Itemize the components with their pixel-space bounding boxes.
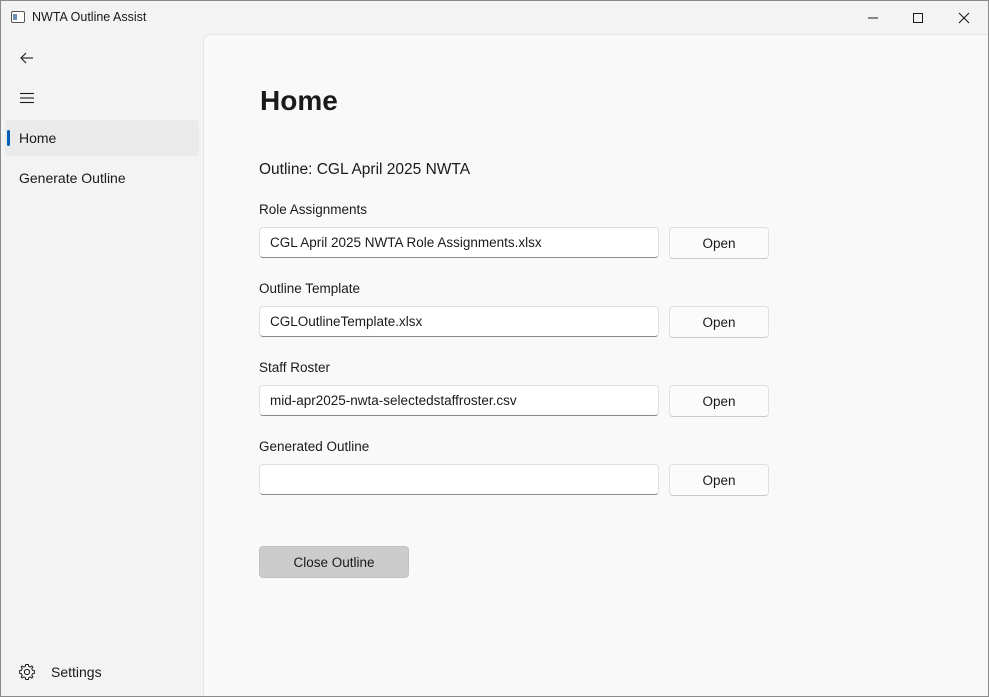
open-staff-roster-button[interactable]: Open <box>669 385 769 417</box>
close-window-button[interactable] <box>941 1 987 34</box>
app-window-icon <box>11 11 25 23</box>
nav-item-label: Generate Outline <box>19 170 126 186</box>
page-title: Home <box>260 85 338 116</box>
outline-template-input[interactable] <box>259 306 659 337</box>
arrow-left-icon <box>20 52 33 64</box>
nav-item-label: Home <box>19 130 57 146</box>
staff-roster-input[interactable] <box>259 385 659 416</box>
generated-outline-label: Generated Outline <box>259 439 370 454</box>
nav-item-home[interactable]: Home <box>5 120 199 156</box>
role-assignments-input[interactable] <box>259 227 659 258</box>
selection-indicator <box>7 130 10 146</box>
outline-template-label: Outline Template <box>259 281 361 296</box>
staff-roster-label: Staff Roster <box>259 360 331 375</box>
desktop-background: NWTA Outline Assist Home Generate Outlin… <box>0 0 989 697</box>
window-title: NWTA Outline Assist <box>32 10 147 24</box>
open-outline-template-button[interactable]: Open <box>669 306 769 338</box>
title-bar[interactable]: NWTA Outline Assist <box>1 1 988 34</box>
open-generated-outline-button[interactable]: Open <box>669 464 769 496</box>
open-role-assignments-button[interactable]: Open <box>669 227 769 259</box>
back-button[interactable] <box>13 44 41 72</box>
nav-item-generate-outline[interactable]: Generate Outline <box>5 160 199 196</box>
minimize-button[interactable] <box>850 1 896 34</box>
maximize-button[interactable] <box>895 1 941 34</box>
nav-item-label: Settings <box>51 664 102 680</box>
app-window: NWTA Outline Assist Home Generate Outlin… <box>0 0 989 697</box>
menu-toggle-button[interactable] <box>13 84 41 112</box>
close-icon <box>958 12 970 23</box>
content-pane: Home Outline: CGL April 2025 NWTA Role A… <box>203 34 988 696</box>
maximize-icon <box>913 12 923 23</box>
role-assignments-label: Role Assignments <box>259 202 368 217</box>
nav-item-settings[interactable]: Settings <box>5 654 199 690</box>
close-outline-button[interactable]: Close Outline <box>259 546 409 578</box>
hamburger-menu-icon <box>20 92 34 104</box>
gear-icon <box>19 664 35 680</box>
minimize-icon <box>868 17 878 18</box>
outline-name-text: Outline: CGL April 2025 NWTA <box>259 161 471 178</box>
generated-outline-input[interactable] <box>259 464 659 495</box>
